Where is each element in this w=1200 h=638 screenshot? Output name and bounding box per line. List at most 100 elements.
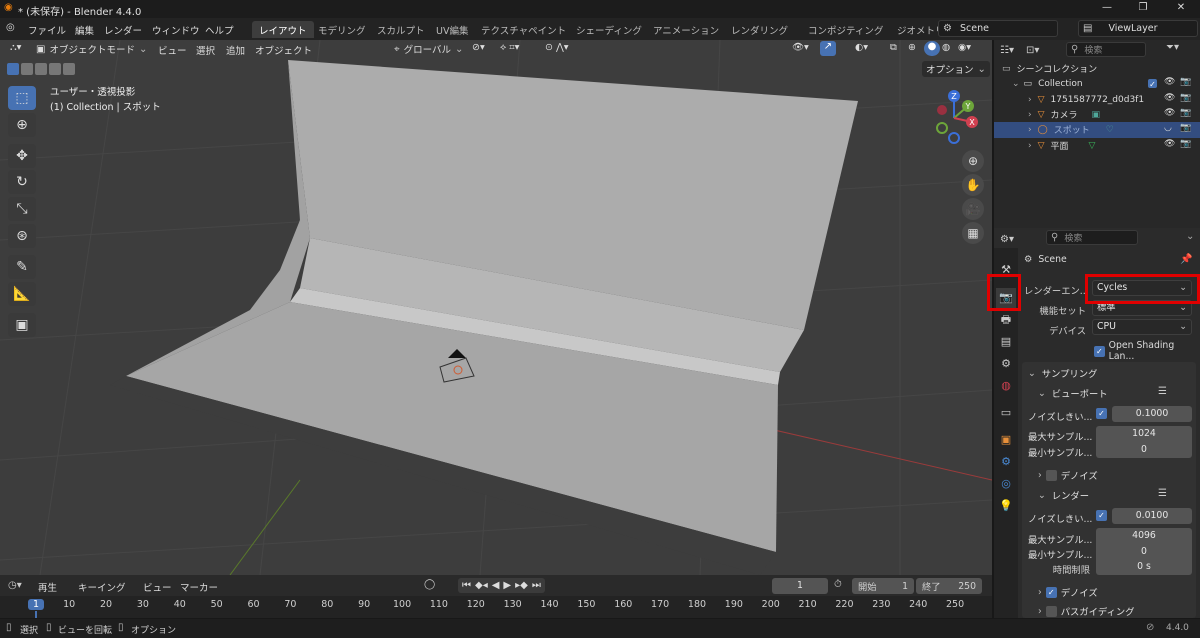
transform-orientation[interactable]: ⌖ グローバル ⌄ <box>394 41 463 57</box>
select-intersect-icon[interactable] <box>63 63 75 75</box>
menu-timeline-view[interactable]: ビュー <box>143 580 172 594</box>
render-subpanel-header[interactable]: ⌄ レンダー <box>1038 488 1089 503</box>
viewlayer-selector[interactable]: ▤ ViewLayer <box>1078 20 1198 37</box>
outliner-search-input[interactable]: ⚲ 検索 <box>1066 42 1146 57</box>
prev-keyframe-icon[interactable]: ◆◂ <box>475 580 488 591</box>
render-camera-icon[interactable]: 📷 <box>1180 77 1191 87</box>
menu-add[interactable]: 追加 <box>226 43 245 57</box>
minimize-button[interactable]: — <box>1100 2 1114 16</box>
scene-collection-row[interactable]: ▭ シーンコレクション <box>994 61 1200 77</box>
select-extend-icon[interactable] <box>21 63 33 75</box>
path-guiding-header[interactable]: › パスガイディング <box>1038 604 1134 618</box>
outliner-item-mesh[interactable]: › ▽ 1751587772_d0d3f1 👁 📷 <box>994 92 1200 108</box>
outliner-item-collection[interactable]: ⌄ ▭ Collection ✓ 👁 📷 <box>994 76 1200 92</box>
menu-keying[interactable]: キーイング <box>78 580 126 594</box>
cursor-tool[interactable]: ⊕ <box>8 113 36 137</box>
rotate-tool[interactable]: ↻ <box>8 170 36 194</box>
play-icon[interactable]: ▶ <box>503 580 511 591</box>
render-camera-icon[interactable]: 📷 <box>1180 108 1191 118</box>
measure-tool[interactable]: 📐 <box>8 282 36 306</box>
properties-search-input[interactable]: ⚲ 検索 <box>1046 230 1138 245</box>
stopwatch-icon[interactable]: ⏱ <box>834 579 842 590</box>
osl-checkbox[interactable]: ✓ <box>1094 345 1105 357</box>
render-camera-icon[interactable]: 📷 <box>1180 139 1191 149</box>
viewport-noise-field[interactable]: 0.1000 <box>1112 406 1192 422</box>
transform-tool[interactable]: ⊛ <box>8 224 36 248</box>
mode-selector[interactable]: ▣ オブジェクトモード ⌄ <box>36 41 147 57</box>
playhead[interactable] <box>35 611 37 618</box>
properties-editor-icon[interactable]: ⚙▾ <box>1000 234 1014 245</box>
tab-sculpt[interactable]: スカルプト <box>370 21 432 38</box>
add-cube-tool[interactable]: ▣ <box>8 313 36 337</box>
material-shading-icon[interactable]: ◍ <box>942 42 950 53</box>
proportional-edit-icon[interactable]: ⊙ ⋀▾ <box>545 42 569 53</box>
tab-layout[interactable]: レイアウト <box>252 21 314 38</box>
viewport-scene[interactable] <box>0 40 992 575</box>
menu-view[interactable]: ビュー <box>158 43 187 57</box>
eye-icon[interactable]: 👁 <box>1164 108 1175 118</box>
render-min-samples-field[interactable]: 0 <box>1096 544 1192 560</box>
auto-keying-icon[interactable]: ◯ <box>424 579 435 590</box>
overlay-icon[interactable]: ◐▾ <box>855 42 868 53</box>
modifiers-tab-icon[interactable]: ⚙ <box>996 452 1016 472</box>
menu-render[interactable]: レンダー <box>104 23 142 37</box>
eye-hidden-icon[interactable]: ◡ <box>1164 123 1172 133</box>
menu-marker[interactable]: マーカー <box>180 580 218 594</box>
timeline-editor-icon[interactable]: ◷▾ <box>8 580 22 591</box>
world-tab-icon[interactable]: ◍ <box>996 376 1016 396</box>
tab-animation[interactable]: アニメーション <box>646 21 726 38</box>
solid-shading-icon[interactable]: ● <box>924 41 940 56</box>
scene-tab-icon[interactable]: ⚙ <box>996 354 1016 374</box>
list-menu-icon[interactable]: ☰ <box>1158 488 1167 499</box>
play-reverse-icon[interactable]: ◀ <box>492 580 500 591</box>
list-menu-icon[interactable]: ☰ <box>1158 386 1167 397</box>
menu-edit[interactable]: 編集 <box>75 23 94 37</box>
gizmo-toggle-icon[interactable]: ↗ <box>820 41 836 56</box>
tab-shading[interactable]: シェーディング <box>569 21 649 38</box>
tab-texture-paint[interactable]: テクスチャペイント <box>474 21 573 38</box>
visibility-icon[interactable]: 👁▾ <box>792 42 809 53</box>
eye-icon[interactable]: 👁 <box>1164 77 1175 87</box>
pin-icon[interactable]: 📌 <box>1180 254 1192 265</box>
output-tab-icon[interactable]: 🖶 <box>996 310 1016 330</box>
object-tab-icon[interactable]: ▣ <box>996 430 1016 450</box>
select-box-tool[interactable]: ⬚ <box>8 86 36 110</box>
current-frame-field[interactable]: 1 <box>772 578 828 594</box>
time-limit-field[interactable]: 0 s <box>1096 559 1192 575</box>
select-box-mode-icon[interactable] <box>7 63 19 75</box>
scale-tool[interactable]: ⤡ <box>8 197 36 221</box>
menu-window[interactable]: ウィンドウ <box>152 23 200 37</box>
pan-hand-icon[interactable]: ✋ <box>962 174 984 196</box>
xray-icon[interactable]: ⧉ <box>890 42 897 53</box>
annotate-tool[interactable]: ✎ <box>8 255 36 279</box>
scene-selector[interactable]: ⚙ Scene <box>938 20 1058 37</box>
tab-uv-editing[interactable]: UV編集 <box>429 21 475 38</box>
viewport-subpanel-header[interactable]: ⌄ ビューポート <box>1038 386 1108 401</box>
jump-start-icon[interactable]: ⏮ <box>462 580 471 591</box>
viewport-max-samples-field[interactable]: 1024 <box>1096 426 1192 442</box>
exclude-checkbox[interactable]: ✓ <box>1148 79 1157 89</box>
blender-menu-icon[interactable]: ◎ <box>6 22 15 33</box>
jump-end-icon[interactable]: ⏭ <box>532 580 541 591</box>
eye-icon[interactable]: 👁 <box>1164 139 1175 149</box>
close-button[interactable]: ✕ <box>1174 2 1188 16</box>
menu-file[interactable]: ファイル <box>28 23 66 37</box>
camera-view-icon[interactable]: 🎥 <box>962 198 984 220</box>
outliner-item-spot[interactable]: › ◯ スポット ♡ ◡ 📷 <box>994 122 1200 138</box>
render-denoise-header[interactable]: › ✓ デノイズ <box>1038 585 1098 599</box>
start-frame-field[interactable]: 開始 1 <box>852 578 914 594</box>
light-data-tab-icon[interactable]: 💡 <box>996 496 1016 516</box>
view-layer-tab-icon[interactable]: ▤ <box>996 332 1016 352</box>
menu-select[interactable]: 選択 <box>196 43 215 57</box>
render-noise-field[interactable]: 0.0100 <box>1112 508 1192 524</box>
render-denoise-checkbox[interactable]: ✓ <box>1045 586 1057 598</box>
select-invert-icon[interactable] <box>49 63 61 75</box>
display-mode-icon[interactable]: ⊡▾ <box>1026 45 1039 56</box>
menu-playback[interactable]: 再生 <box>38 580 57 594</box>
3d-viewport[interactable]: ⛬▾ ▣ オブジェクトモード ⌄ ビュー 選択 追加 オブジェクト ⌖ グローバ… <box>0 40 992 575</box>
rendered-shading-icon[interactable]: ◉▾ <box>958 42 971 53</box>
render-camera-icon[interactable]: 📷 <box>1180 123 1191 133</box>
viewport-denoise-header[interactable]: › デノイズ <box>1038 468 1098 482</box>
next-keyframe-icon[interactable]: ▸◆ <box>515 580 528 591</box>
select-subtract-icon[interactable] <box>35 63 47 75</box>
